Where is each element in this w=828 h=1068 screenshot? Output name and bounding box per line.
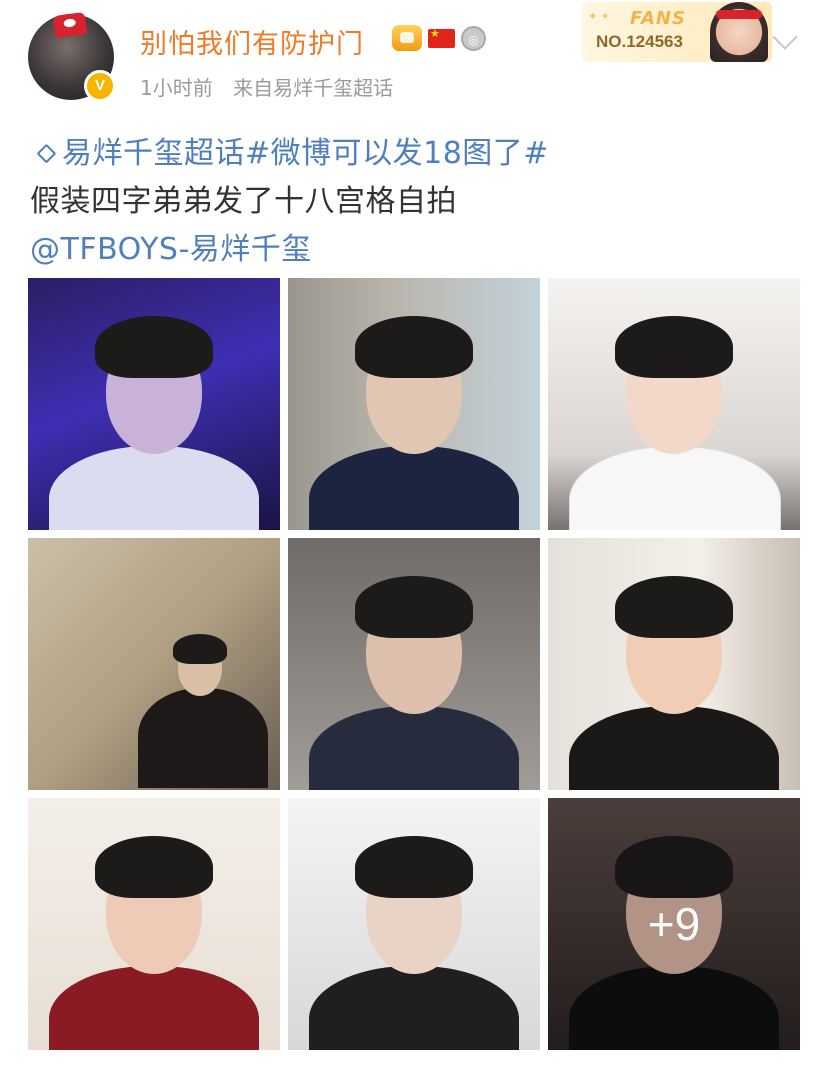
photo-subject-hair [615,316,733,378]
photo-subject-body [309,706,519,790]
photo-8[interactable] [288,798,540,1050]
topic-text[interactable]: 易烊千玺超话#微博可以发18图了# [62,136,549,171]
avatar-hat-decoration [52,11,88,39]
avatar[interactable]: V [28,11,116,102]
photo-subject-body [309,446,519,530]
chevron-down-icon[interactable] [772,24,798,50]
photo-9-more[interactable]: +9 [548,798,800,1050]
medal-icon[interactable]: ◎ [461,25,486,51]
photo-4[interactable] [28,538,280,790]
photo-subject-body [138,688,268,788]
user-badges: ◎ [392,25,486,51]
more-photos-count: +9 [647,898,701,950]
fans-title: FANS [630,8,686,29]
fans-card-avatar [710,2,768,62]
mention-link[interactable]: @TFBOYS-易烊千玺 [30,224,312,268]
photo-2[interactable] [288,278,540,530]
username[interactable]: 别怕我们有防护门 [140,22,364,61]
crown-badge-icon[interactable] [392,25,422,51]
photo-subject-body [309,966,519,1050]
photo-3[interactable] [548,278,800,530]
sparkle-icon: ✦ ✦ [588,10,610,23]
photo-subject-hair [355,576,473,638]
fans-card[interactable]: ✦ ✦ FANS NO.124563 [582,2,772,62]
diamond-icon [36,143,57,163]
post-source[interactable]: 来自易烊千玺超话 [233,76,393,100]
post-text: 假装四字弟弟发了十八宫格自拍 [30,184,457,219]
fans-number: NO.124563 [596,32,683,51]
photo-subject-hair [355,316,473,378]
weibo-post: V 别怕我们有防护门 ◎ 1小时前 来自易烊千玺超话 ✦ ✦ FANS NO.1… [0,0,828,1068]
photo-subject-body [49,966,259,1050]
photo-subject-hair [615,576,733,638]
flag-icon [428,27,455,48]
photo-subject-hair [95,836,213,898]
photo-subject-hair [173,634,227,664]
photo-5[interactable] [288,538,540,790]
post-time: 1小时前 [140,76,213,100]
topic-line[interactable]: 易烊千玺超话#微博可以发18图了# [30,128,549,172]
photo-7[interactable] [28,798,280,1050]
photo-subject-body [569,446,781,530]
photo-subject-body [49,446,259,530]
photo-subject-body [569,706,779,790]
verified-icon: V [84,70,116,102]
post-meta: 1小时前 来自易烊千玺超话 [140,72,393,101]
more-photos-overlay[interactable]: +9 [548,798,800,1050]
photo-subject-hair [95,316,213,378]
photo-1[interactable] [28,278,280,530]
photo-grid: +9 [28,278,800,1050]
photo-subject-hair [355,836,473,898]
photo-6[interactable] [548,538,800,790]
